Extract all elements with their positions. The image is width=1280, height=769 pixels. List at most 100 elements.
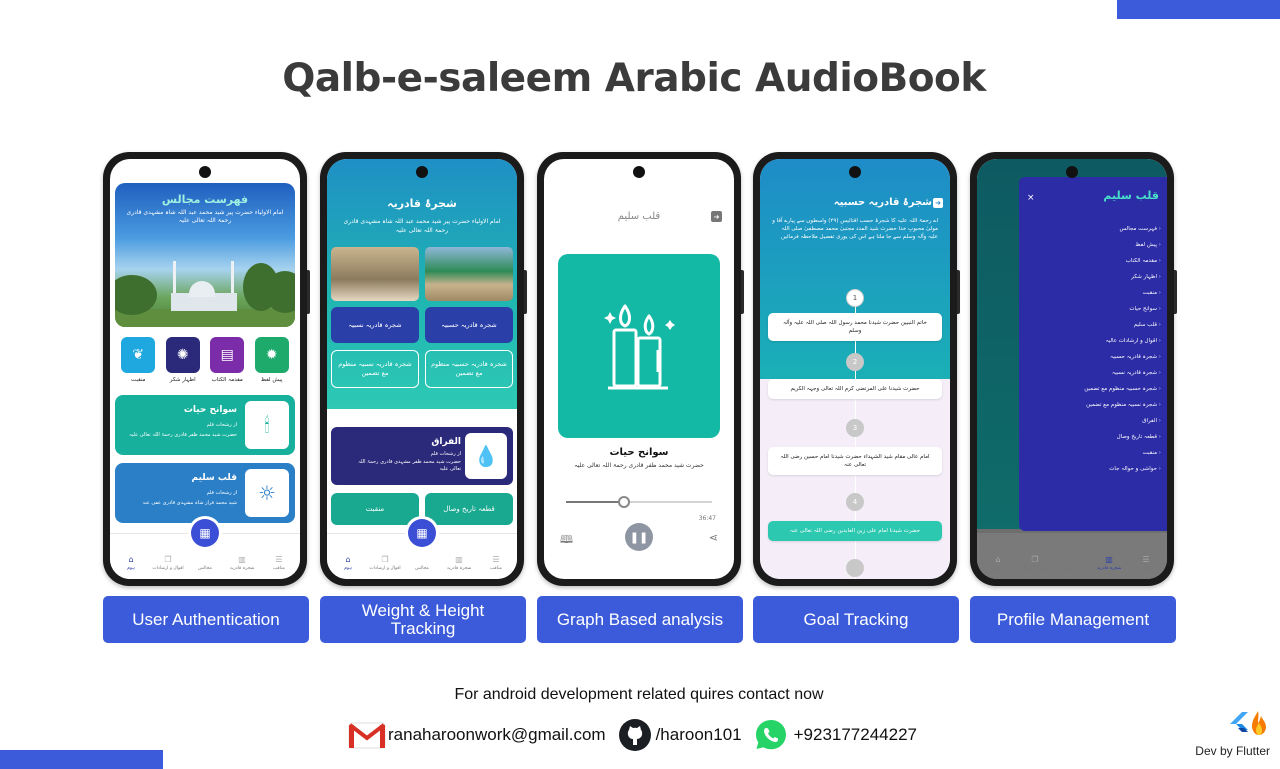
contact-heading: For android development related quires c…: [454, 686, 824, 703]
email-link[interactable]: ranaharoonwork@gmail.com: [388, 725, 606, 745]
drawer-item[interactable]: پیش لفظ: [1025, 237, 1161, 253]
nav-aqwal[interactable]: ❐ اقوال و ارشادات: [151, 555, 185, 571]
nav-manaqib[interactable]: ☰ مناقب: [262, 555, 296, 571]
mosque-dome: [189, 281, 215, 297]
github-icon: [618, 718, 652, 752]
close-icon[interactable]: ×: [1027, 193, 1035, 203]
nav-majalis[interactable]: مجالس: [405, 555, 439, 571]
nav-shajra[interactable]: ▥ شجرہ قادریہ: [225, 555, 259, 571]
shortcut-label: مقدمہ الکتاب: [211, 377, 243, 383]
screen-player: قلب سلیم ➜ سوانح حیات حضرت شید محمد ظفر …: [544, 159, 734, 579]
back-arrow-icon[interactable]: ➜: [933, 198, 943, 208]
grid-fab-button[interactable]: ▦: [191, 519, 219, 547]
track-title: سوانح حیات: [609, 447, 669, 458]
tree-icon: ▥: [238, 555, 246, 564]
nav-manaqib[interactable]: ☰ مناقب: [1129, 555, 1163, 571]
shortcut-row: ❦ منقبت ✺ اظہار شکر ▤ مقدمہ الکتاب ✹ پیش…: [110, 337, 300, 383]
shajra-nasbiya-button[interactable]: شجرہ قادریہ نسبیہ: [331, 307, 419, 343]
album-art: [558, 254, 720, 438]
card-alfiraq[interactable]: الفراق از رشحات قلم حضرت شید محمد ظفر مش…: [331, 427, 513, 485]
shortcut-pesh-lafz[interactable]: ✹ پیش لفظ: [252, 337, 292, 383]
timeline-item[interactable]: حضرت شیدنا امام علی زین العابدین رضی الل…: [768, 521, 942, 541]
drawer-item[interactable]: اقوال و ارشادات عالیہ: [1025, 333, 1161, 349]
timeline-item[interactable]: حضرت شیدنا علی المرتضی کرم اللہ تعالی وج…: [768, 379, 942, 399]
qita-tareekh-button[interactable]: قطعہ تاریخ وصال: [425, 493, 513, 525]
timeline-item[interactable]: خاتم النبیین حضرت شیدنا محمد رسول اللہ ص…: [768, 313, 942, 341]
nav-label: شجرہ قادریہ: [1096, 566, 1122, 571]
manqabat-button[interactable]: منقبت: [331, 493, 419, 525]
drawer-item[interactable]: منقبت: [1025, 285, 1161, 301]
nav-majalis[interactable]: مجالس: [1055, 555, 1089, 571]
card-title: الفراق: [431, 437, 461, 447]
progress-slider[interactable]: [566, 496, 712, 508]
shortcut-manqabat[interactable]: ❦ منقبت: [118, 337, 158, 383]
phone-number[interactable]: +923177244227: [794, 725, 917, 745]
nav-majalis[interactable]: مجالس: [188, 555, 222, 571]
gear-icon: ✹: [254, 337, 289, 373]
nav-home[interactable]: ⌂ ہوم: [981, 555, 1015, 571]
drawer-item[interactable]: مقدمہ الکتاب: [1025, 253, 1161, 269]
shortcut-label: پیش لفظ: [260, 377, 283, 383]
timeline-item[interactable]: امام عالی مقام شید الشہداء حضرت شیدنا ام…: [768, 447, 942, 475]
hero-banner: فهرست مجالس امام الاولیاء حضرت پیر شید م…: [115, 183, 295, 327]
nav-home[interactable]: ⌂ ہوم: [331, 555, 365, 571]
drawer-item[interactable]: شجرہ قادریہ حسبیہ: [1025, 349, 1161, 365]
drawer-item[interactable]: شجرہ حسبیہ منظوم مع تضمین: [1025, 381, 1161, 397]
nav-label: شجرہ قادریہ: [229, 566, 255, 571]
camera-hole: [199, 166, 211, 178]
nav-manaqib[interactable]: ☰ مناقب: [479, 555, 513, 571]
shajra-nasbiya-manzoom-button[interactable]: شجرہ قادریہ نسبیہ منظوم مع تضمین: [331, 350, 419, 388]
dev-by-label: Dev by Flutter: [1195, 744, 1270, 758]
pause-icon: ❚❚: [629, 530, 649, 544]
shajra-hasbiya-manzoom-button[interactable]: شجرہ قادریہ حسبیہ منظوم مع تضمین: [425, 350, 513, 388]
drawer-item[interactable]: اظہار شکر: [1025, 269, 1161, 285]
card-sawanih[interactable]: سوانح حیات از رشحات قلم حضرت شید محمد ظف…: [115, 395, 295, 455]
nav-shajra[interactable]: ▥ شجرہ قادریہ: [1092, 555, 1126, 571]
drawer-item[interactable]: فہرست مجالس: [1025, 221, 1161, 237]
nav-label: اقوال و ارشادات: [369, 566, 401, 571]
drawer-item[interactable]: شجرہ نسبیہ منظوم مع تضمین: [1025, 397, 1161, 413]
shortcut-izhar-shukr[interactable]: ✺ اظہار شکر: [163, 337, 203, 383]
nav-label: ہوم: [994, 566, 1002, 571]
drawer-item[interactable]: الفراق: [1025, 413, 1161, 429]
github-link[interactable]: /haroon101: [656, 725, 742, 745]
candles-icon: [604, 304, 675, 390]
back-arrow-icon[interactable]: ➜: [711, 211, 722, 222]
grid-fab-button[interactable]: ▦: [408, 519, 436, 547]
camera-hole: [416, 166, 428, 178]
page-subtitle: امام الاولیاء حضرت پیر شید محمد عبد اللہ…: [343, 218, 501, 234]
nav-label: مناقب: [1140, 566, 1152, 571]
card-author: حضرت شید محمد ظفر قادری رحمۃ اللہ تعالی …: [128, 432, 237, 438]
shortcut-muqaddama[interactable]: ▤ مقدمہ الکتاب: [207, 337, 247, 383]
pause-button[interactable]: ❚❚: [625, 523, 653, 551]
gmail-icon: [348, 721, 386, 749]
drawer-item[interactable]: منقبت: [1025, 445, 1161, 461]
drawer-item[interactable]: شجرہ قادریہ نسبیہ: [1025, 365, 1161, 381]
drawer-item[interactable]: سوانح حیات: [1025, 301, 1161, 317]
drawer-item[interactable]: قطعہ تاریخ وصال: [1025, 429, 1161, 445]
player-top-title: قلب سلیم: [617, 211, 661, 222]
nav-shajra[interactable]: ▥ شجرہ قادریہ: [442, 555, 476, 571]
shajra-hasbiya-button[interactable]: شجرہ قادریہ حسبیہ: [425, 307, 513, 343]
screen-home: فهرست مجالس امام الاولیاء حضرت پیر شید م…: [110, 159, 300, 579]
step-number: 1: [846, 289, 864, 307]
drawer-item[interactable]: حواشی و حوالہ جات: [1025, 461, 1161, 477]
drawer-title: قلب سلیم: [1103, 189, 1159, 202]
nav-label: مناقب: [273, 566, 285, 571]
list-icon: ☰: [492, 555, 500, 564]
drawer-item[interactable]: قلب سلیم: [1025, 317, 1161, 333]
phone-mockup-1: فهرست مجالس امام الاولیاء حضرت پیر شید م…: [103, 152, 310, 586]
home-icon: ⌂: [345, 555, 351, 564]
hero-subtitle: امام الاولیاء حضرت پیر شید محمد عبد اللہ…: [126, 209, 284, 224]
feature-label-3: Graph Based analysis: [537, 596, 743, 643]
book-icon[interactable]: 🕮: [560, 531, 573, 550]
camera-hole: [633, 166, 645, 178]
share-icon[interactable]: ⋖: [709, 531, 718, 544]
green-dome-image: [425, 247, 513, 301]
slider-handle[interactable]: [618, 496, 631, 508]
quote-icon: ❐: [1031, 555, 1039, 564]
nav-aqwal[interactable]: ❐ اقوال و ارشادات: [1018, 555, 1052, 571]
nav-aqwal[interactable]: ❐ اقوال و ارشادات: [368, 555, 402, 571]
nav-home[interactable]: ⌂ ہوم: [114, 555, 148, 571]
card-qalb-saleem[interactable]: قلب سلیم از رشحات قلم شید محمد فراز شاہ …: [115, 463, 295, 523]
